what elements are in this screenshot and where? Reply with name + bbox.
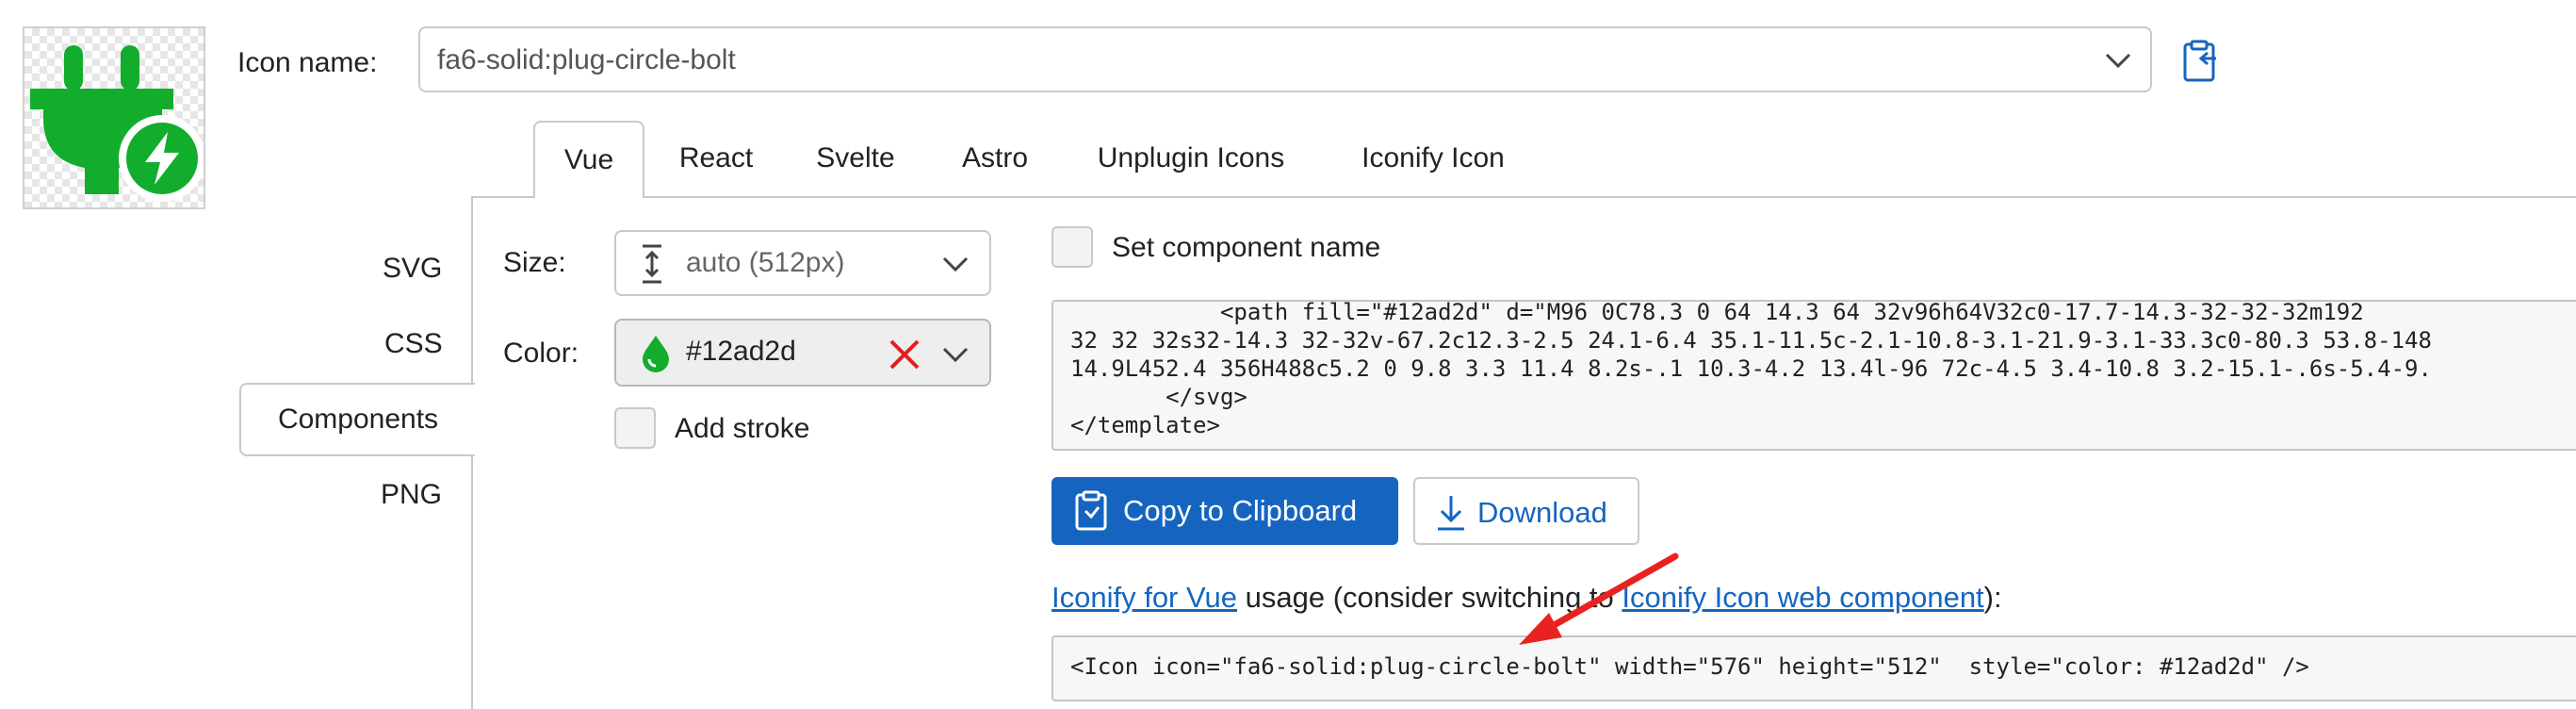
- tab-astro[interactable]: Astro: [942, 121, 1048, 196]
- code-line: 32 32 32s32-14.3 32-32v-67.2c12.3-2.5 24…: [1070, 327, 2432, 354]
- size-label: Size:: [503, 247, 566, 278]
- color-label: Color:: [503, 338, 579, 369]
- code-line: </template>: [1070, 412, 1220, 438]
- copy-to-clipboard-button[interactable]: Copy to Clipboard: [1052, 477, 1398, 545]
- icon-preview: [23, 26, 205, 209]
- component-code-block[interactable]: <path fill="#12ad2d" d="M96 0C78.3 0 64 …: [1052, 300, 2576, 451]
- code-line: 14.9L452.4 356H488c5.2 0 9.8 3.3 11.4 8.…: [1070, 355, 2432, 382]
- add-stroke-checkbox[interactable]: [614, 407, 656, 449]
- tabs-divider: [473, 196, 2576, 198]
- download-button[interactable]: Download: [1413, 477, 1639, 545]
- plug-circle-bolt-icon: [30, 45, 204, 202]
- size-select[interactable]: auto (512px): [614, 230, 991, 296]
- set-component-name-label: Set component name: [1112, 232, 1381, 263]
- tab-unplugin-icons[interactable]: Unplugin Icons: [1078, 121, 1304, 196]
- tab-react[interactable]: React: [660, 121, 773, 196]
- add-stroke-label: Add stroke: [675, 413, 810, 444]
- resize-vertical-icon: [643, 244, 661, 284]
- size-value: auto (512px): [686, 247, 845, 278]
- download-button-label: Download: [1477, 496, 1607, 529]
- tab-iconify-icon[interactable]: Iconify Icon: [1329, 121, 1538, 196]
- nav-item-svg[interactable]: SVG: [383, 253, 442, 285]
- color-value: #12ad2d: [686, 336, 796, 367]
- usage-text-end: ):: [1983, 581, 2002, 614]
- set-component-name-checkbox[interactable]: [1052, 226, 1093, 268]
- icon-name-label: Icon name:: [237, 47, 378, 78]
- clear-color-icon[interactable]: [888, 338, 921, 371]
- nav-item-components-label: Components: [277, 404, 439, 435]
- code-line: <path fill="#12ad2d" d="M96 0C78.3 0 64 …: [1070, 300, 2364, 325]
- chevron-down-icon: [942, 347, 969, 363]
- download-icon: [1438, 496, 1464, 531]
- nav-item-css[interactable]: CSS: [384, 328, 443, 360]
- tab-vue[interactable]: Vue: [533, 121, 644, 198]
- icon-name-combobox[interactable]: [418, 26, 2152, 92]
- iconify-for-vue-link[interactable]: Iconify for Vue: [1052, 581, 1237, 614]
- nav-item-png[interactable]: PNG: [381, 479, 442, 511]
- color-select[interactable]: #12ad2d: [614, 319, 991, 387]
- icon-name-input[interactable]: [437, 40, 2077, 81]
- clipboard-icon: [1075, 490, 1107, 531]
- annotation-arrow-icon: [1519, 552, 1679, 645]
- color-drop-icon: [643, 336, 669, 372]
- tab-svelte[interactable]: Svelte: [795, 121, 916, 196]
- nav-item-components[interactable]: Components: [239, 383, 475, 456]
- code-line: </svg>: [1070, 384, 1247, 410]
- chevron-down-icon[interactable]: [2103, 49, 2133, 72]
- copy-button-label: Copy to Clipboard: [1123, 494, 1358, 527]
- usage-code-block[interactable]: <Icon icon="fa6-solid:plug-circle-bolt" …: [1052, 635, 2576, 701]
- usage-code: <Icon icon="fa6-solid:plug-circle-bolt" …: [1070, 653, 2309, 680]
- chevron-down-icon: [942, 256, 969, 272]
- clipboard-paste-icon[interactable]: [2182, 40, 2220, 83]
